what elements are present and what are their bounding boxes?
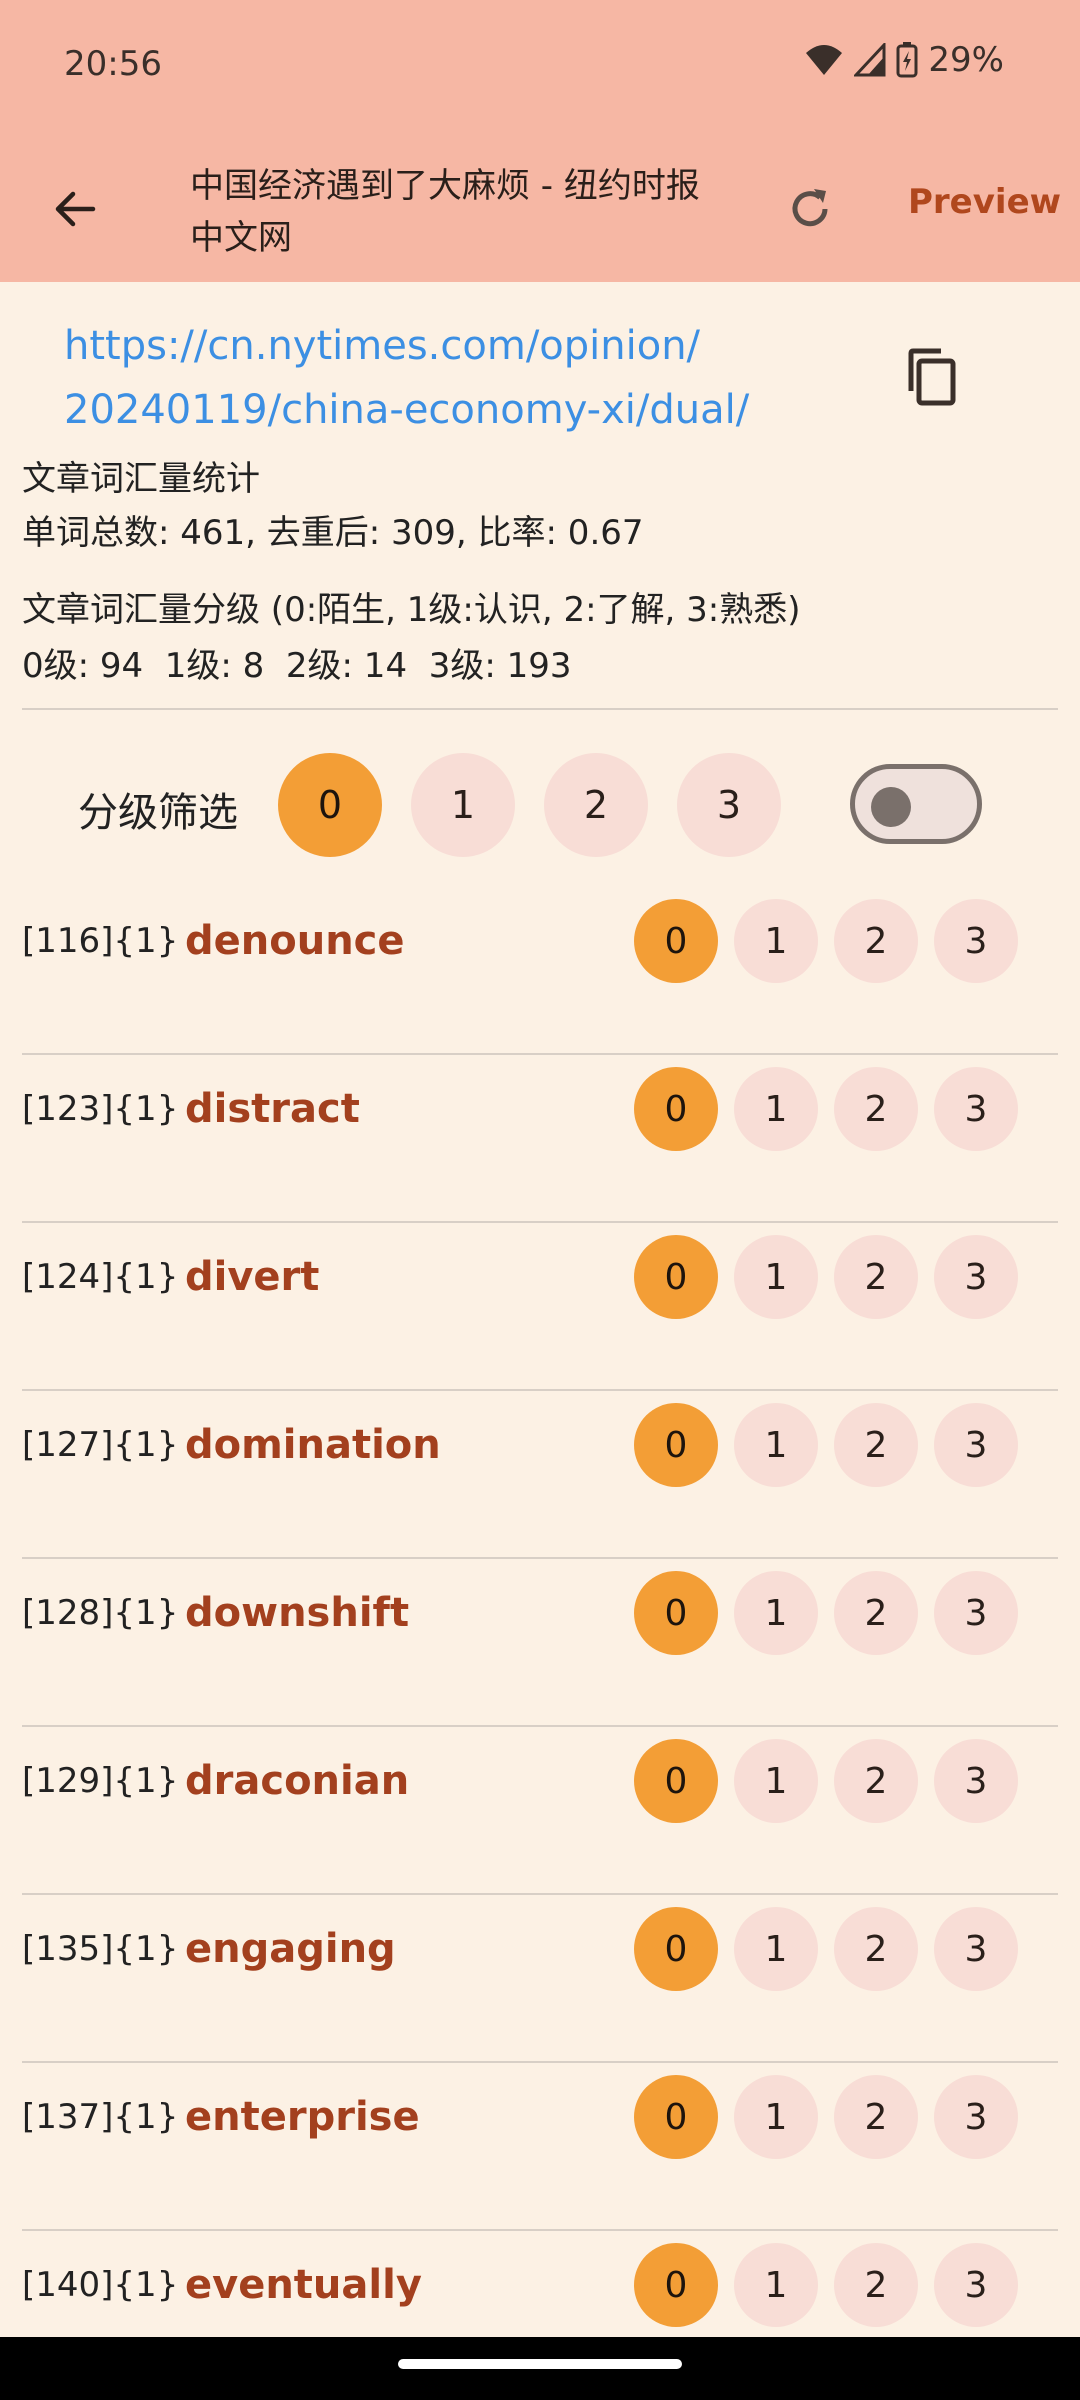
level-chip-2[interactable]: 2: [834, 2075, 918, 2159]
status-time: 20:56: [64, 44, 162, 84]
word-index: [135]{1}: [22, 1929, 179, 1969]
level-chip-1[interactable]: 1: [734, 1403, 818, 1487]
word-text[interactable]: distract: [185, 1054, 360, 1164]
status-icons: 29%: [804, 40, 1004, 80]
refresh-button[interactable]: [775, 174, 845, 244]
level-chip-1[interactable]: 1: [734, 1067, 818, 1151]
page-title: 中国经济遇到了大麻烦 - 纽约时报中文网: [190, 166, 700, 258]
url-line-1: https://cn.nytimes.com/opinion/: [64, 323, 701, 369]
level-chip-2[interactable]: 2: [834, 1235, 918, 1319]
navigation-bar: [0, 2337, 1080, 2400]
app-bar: 中国经济遇到了大麻烦 - 纽约时报中文网 Preview: [0, 134, 1080, 282]
level-chip-2[interactable]: 2: [834, 1907, 918, 1991]
refresh-icon: [792, 189, 828, 227]
word-text[interactable]: divert: [185, 1222, 319, 1332]
word-index: [127]{1}: [22, 1425, 179, 1465]
level-chip-0[interactable]: 0: [634, 1403, 718, 1487]
word-index: [128]{1}: [22, 1593, 179, 1633]
battery-percent: 29%: [928, 40, 1004, 80]
level-chip-3[interactable]: 3: [934, 1571, 1018, 1655]
level-chip-3[interactable]: 3: [934, 1067, 1018, 1151]
word-text[interactable]: enterprise: [185, 2062, 420, 2172]
level-chip-0[interactable]: 0: [634, 1907, 718, 1991]
toggle-knob: [871, 787, 911, 827]
url-line-2: 20240119/china-economy-xi/dual/: [64, 387, 750, 433]
level-chip-3[interactable]: 3: [934, 899, 1018, 983]
level-chip-0[interactable]: 0: [634, 1067, 718, 1151]
level-chip-2[interactable]: 2: [834, 2243, 918, 2327]
level-chip-0[interactable]: 0: [634, 1739, 718, 1823]
word-index: [140]{1}: [22, 2265, 179, 2305]
word-row: [129]{1} draconian 0 1 2 3: [0, 1726, 1080, 1895]
back-button[interactable]: [40, 174, 110, 244]
level-chip-2[interactable]: 2: [834, 1403, 918, 1487]
signal-icon: [854, 43, 886, 77]
word-row: [135]{1} engaging 0 1 2 3: [0, 1894, 1080, 2063]
word-row: [127]{1} domination 0 1 2 3: [0, 1390, 1080, 1559]
level-chip-2[interactable]: 2: [834, 899, 918, 983]
word-index: [137]{1}: [22, 2097, 179, 2137]
vocab-stats-heading: 文章词汇量统计: [22, 459, 260, 499]
level-chip-2[interactable]: 2: [834, 1067, 918, 1151]
vocab-levels-summary: 0级: 94 1级: 8 2级: 14 3级: 193: [22, 646, 572, 686]
vocab-stats-summary: 单词总数: 461, 去重后: 309, 比率: 0.67: [22, 513, 644, 553]
word-text[interactable]: domination: [185, 1390, 441, 1500]
word-index: [123]{1}: [22, 1089, 179, 1129]
word-text[interactable]: engaging: [185, 1894, 396, 2004]
word-text[interactable]: downshift: [185, 1558, 409, 1668]
level-chip-1[interactable]: 1: [734, 1739, 818, 1823]
filter-chip-1[interactable]: 1: [411, 753, 515, 857]
word-row: [137]{1} enterprise 0 1 2 3: [0, 2062, 1080, 2231]
level-chip-1[interactable]: 1: [734, 1571, 818, 1655]
vocab-levels-heading: 文章词汇量分级 (0:陌生, 1级:认识, 2:了解, 3:熟悉): [22, 590, 801, 630]
word-text[interactable]: draconian: [185, 1726, 409, 1836]
level-chip-3[interactable]: 3: [934, 1235, 1018, 1319]
level-chip-3[interactable]: 3: [934, 1907, 1018, 1991]
word-row: [116]{1} denounce 0 1 2 3: [0, 886, 1080, 1055]
level-chip-3[interactable]: 3: [934, 2243, 1018, 2327]
vocab-stats: 文章词汇量统计 单词总数: 461, 去重后: 309, 比率: 0.67: [22, 452, 644, 560]
article-url-link[interactable]: https://cn.nytimes.com/opinion/ 20240119…: [64, 314, 824, 442]
word-text[interactable]: denounce: [185, 886, 405, 996]
vocab-levels: 文章词汇量分级 (0:陌生, 1级:认识, 2:了解, 3:熟悉) 0级: 94…: [22, 582, 801, 694]
level-chip-1[interactable]: 1: [734, 1235, 818, 1319]
copy-icon: [908, 348, 956, 406]
word-row: [128]{1} downshift 0 1 2 3: [0, 1558, 1080, 1727]
filter-chip-0[interactable]: 0: [278, 753, 382, 857]
level-chip-0[interactable]: 0: [634, 2075, 718, 2159]
level-chip-1[interactable]: 1: [734, 1907, 818, 1991]
home-gesture-handle[interactable]: [398, 2359, 682, 2369]
word-index: [129]{1}: [22, 1761, 179, 1801]
filter-label: 分级筛选: [78, 790, 238, 836]
word-row: [124]{1} divert 0 1 2 3: [0, 1222, 1080, 1391]
filter-chip-2[interactable]: 2: [544, 753, 648, 857]
level-chip-3[interactable]: 3: [934, 2075, 1018, 2159]
level-chip-1[interactable]: 1: [734, 2243, 818, 2327]
filter-toggle[interactable]: [850, 764, 982, 844]
battery-icon: [896, 42, 918, 78]
level-chip-0[interactable]: 0: [634, 1571, 718, 1655]
word-index: [124]{1}: [22, 1257, 179, 1297]
back-arrow-icon: [55, 191, 96, 227]
status-bar: 20:56 29%: [0, 0, 1080, 134]
preview-button[interactable]: Preview: [908, 182, 1061, 222]
level-chip-1[interactable]: 1: [734, 2075, 818, 2159]
level-chip-2[interactable]: 2: [834, 1571, 918, 1655]
word-row: [140]{1} eventually 0 1 2 3: [0, 2230, 1080, 2337]
level-chip-0[interactable]: 0: [634, 1235, 718, 1319]
word-row: [123]{1} distract 0 1 2 3: [0, 1054, 1080, 1223]
level-chip-1[interactable]: 1: [734, 899, 818, 983]
wifi-icon: [806, 45, 843, 75]
level-chip-0[interactable]: 0: [634, 899, 718, 983]
level-chip-3[interactable]: 3: [934, 1403, 1018, 1487]
filter-chip-3[interactable]: 3: [677, 753, 781, 857]
level-chip-0[interactable]: 0: [634, 2243, 718, 2327]
level-chip-2[interactable]: 2: [834, 1739, 918, 1823]
level-chip-3[interactable]: 3: [934, 1739, 1018, 1823]
word-text[interactable]: eventually: [185, 2230, 422, 2337]
divider: [22, 708, 1058, 710]
copy-button[interactable]: [895, 340, 969, 414]
word-index: [116]{1}: [22, 921, 179, 961]
